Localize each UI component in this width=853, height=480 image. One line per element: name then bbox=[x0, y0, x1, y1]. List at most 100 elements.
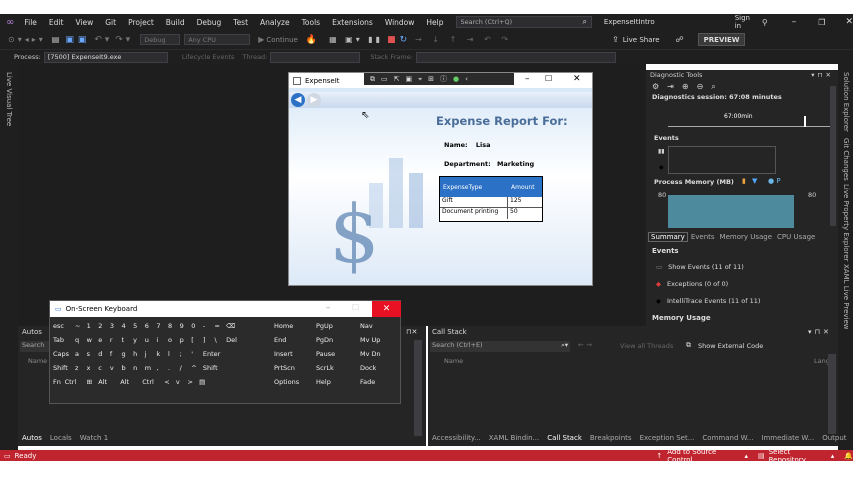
table-row[interactable]: Gift 125 bbox=[440, 197, 542, 208]
search-box[interactable]: Search (Ctrl+Q) ⌕ bbox=[455, 16, 592, 28]
menu-project[interactable]: Project bbox=[122, 18, 160, 27]
osk-key[interactable]: 4 bbox=[122, 322, 126, 330]
reset-zoom-icon[interactable]: ⌕ bbox=[711, 82, 715, 92]
memory-section-title[interactable]: Process Memory (MB) bbox=[654, 178, 734, 186]
osk-key[interactable]: k bbox=[156, 350, 160, 358]
osk-nav-key[interactable]: Pause bbox=[316, 350, 335, 358]
minimize-icon[interactable]: – bbox=[792, 17, 797, 27]
osk-key[interactable]: - bbox=[203, 322, 205, 330]
xaml-tool-icon-8[interactable]: ● bbox=[453, 75, 459, 83]
osk-nav-key[interactable]: Help bbox=[316, 378, 331, 386]
osk-key[interactable]: ; bbox=[180, 350, 182, 358]
xaml-tool-collapse[interactable]: ‹ bbox=[465, 75, 468, 83]
osk-nav-key[interactable]: PrtScn bbox=[274, 364, 295, 372]
tab-xaml-binding[interactable]: XAML Bindin... bbox=[489, 434, 539, 442]
git-changes-tab[interactable]: Git Changes bbox=[842, 138, 850, 181]
osk-maximize-icon[interactable]: ☐ bbox=[352, 303, 359, 312]
menu-test[interactable]: Test bbox=[227, 18, 254, 27]
xaml-tool-icon-4[interactable]: ▣ bbox=[406, 75, 413, 83]
xaml-tool-icon-1[interactable]: ⧉ bbox=[370, 75, 375, 84]
osk-key[interactable]: n bbox=[133, 364, 137, 372]
exceptions-link[interactable]: Exceptions (0 of 0) bbox=[667, 280, 728, 288]
settings-icon[interactable]: ⚙ bbox=[652, 82, 659, 91]
osk-nav-key[interactable]: PgDn bbox=[316, 336, 333, 344]
tab-exception-settings[interactable]: Exception Set... bbox=[640, 434, 695, 442]
tab-accessibility[interactable]: Accessibility... bbox=[432, 434, 481, 442]
new-project-icon[interactable]: ▤ bbox=[52, 35, 60, 44]
hot-reload-icon[interactable]: 🔥 bbox=[306, 35, 317, 45]
osk-key[interactable]: > bbox=[188, 378, 193, 386]
debug-toolbar-icons[interactable]: ▦ ▣▾ ▮▮ bbox=[329, 35, 383, 44]
diag-header-controls[interactable]: ▾⊓✕ bbox=[811, 71, 834, 79]
osk-key[interactable]: z bbox=[75, 364, 78, 372]
restart-icon[interactable]: ↻ bbox=[400, 35, 408, 45]
osk-key[interactable]: = bbox=[215, 322, 220, 330]
osk-nav-key[interactable]: Options bbox=[274, 378, 299, 386]
osk-key[interactable]: e bbox=[98, 336, 102, 344]
osk-nav-key[interactable]: ScrLk bbox=[316, 364, 334, 372]
osk-key[interactable]: w bbox=[87, 336, 92, 344]
osk-key[interactable]: Shift bbox=[53, 364, 68, 372]
osk-key[interactable]: d bbox=[98, 350, 102, 358]
undo-icon[interactable]: ↶ ▾ bbox=[94, 35, 109, 45]
config-dropdown[interactable]: Debug bbox=[140, 34, 181, 45]
osk-key[interactable]: 6 bbox=[145, 322, 149, 330]
osk-nav-key[interactable]: Nav bbox=[360, 322, 373, 330]
select-repository-button[interactable]: Select Repository bbox=[769, 448, 828, 464]
autos-search-box[interactable]: Search bbox=[20, 341, 50, 352]
xaml-tool-icon-6[interactable]: ⊞ bbox=[428, 75, 434, 83]
xaml-tool-icon-2[interactable]: ▭ bbox=[381, 75, 388, 83]
osk-key[interactable]: ⊞ bbox=[87, 378, 92, 386]
xaml-tool-icon-7[interactable]: ⓘ bbox=[440, 74, 447, 84]
show-events-link[interactable]: Show Events (11 of 11) bbox=[668, 263, 744, 271]
redo-icon[interactable]: ↷ ▾ bbox=[115, 35, 130, 45]
close-icon[interactable]: ✕ bbox=[845, 17, 853, 27]
tab-summary[interactable]: Summary bbox=[648, 232, 688, 242]
stop-icon[interactable]: ■ bbox=[387, 35, 396, 45]
menu-window[interactable]: Window bbox=[379, 18, 421, 27]
osk-key[interactable]: . bbox=[168, 364, 170, 372]
osk-key[interactable]: l bbox=[168, 350, 170, 358]
osk-key[interactable]: t bbox=[122, 336, 125, 344]
osk-key[interactable]: o bbox=[168, 336, 172, 344]
solution-explorer-tab[interactable]: Solution Explorer bbox=[842, 72, 850, 132]
tab-output[interactable]: Output bbox=[822, 434, 846, 442]
menu-file[interactable]: File bbox=[18, 18, 43, 27]
account-icon[interactable]: ⚲ bbox=[762, 18, 768, 27]
osk-nav-key[interactable]: End bbox=[274, 336, 286, 344]
view-threads-button[interactable]: View all Threads bbox=[620, 342, 673, 350]
preview-badge[interactable]: PREVIEW bbox=[697, 33, 746, 46]
osk-key[interactable]: j bbox=[145, 350, 147, 358]
osk-key[interactable]: ] bbox=[203, 336, 206, 344]
osk-key[interactable]: < bbox=[164, 378, 169, 386]
restore-icon[interactable]: ❐ bbox=[818, 18, 825, 27]
tab-breakpoints[interactable]: Breakpoints bbox=[590, 434, 632, 442]
events-section-title[interactable]: Events bbox=[654, 134, 679, 142]
menu-build[interactable]: Build bbox=[160, 18, 191, 27]
osk-key[interactable]: c bbox=[98, 364, 102, 372]
osk-nav-key[interactable]: PgUp bbox=[316, 322, 333, 330]
list-item[interactable]: ◆ Exceptions (0 of 0) bbox=[656, 280, 728, 288]
osk-key[interactable]: ⌫ bbox=[226, 322, 235, 330]
osk-key[interactable]: 3 bbox=[110, 322, 114, 330]
menu-analyze[interactable]: Analyze bbox=[254, 18, 296, 27]
osk-key[interactable]: 2 bbox=[98, 322, 102, 330]
osk-nav-key[interactable]: Home bbox=[274, 322, 293, 330]
tab-watch-1[interactable]: Watch 1 bbox=[80, 434, 108, 442]
callstack-col-name[interactable]: Name bbox=[444, 357, 463, 365]
diag-scrollbar[interactable] bbox=[830, 86, 836, 226]
export-icon[interactable]: ⇥ bbox=[667, 82, 674, 91]
app-minimize-icon[interactable]: – bbox=[525, 74, 530, 84]
zoom-in-icon[interactable]: ⊕ bbox=[682, 82, 689, 91]
table-row[interactable]: Document printing 50 bbox=[440, 208, 542, 219]
osk-minimize-icon[interactable]: – bbox=[326, 303, 331, 313]
feedback-icon[interactable]: ☍ bbox=[676, 35, 684, 44]
osk-key[interactable]: ^ bbox=[191, 364, 196, 372]
app-close-icon[interactable]: ✕ bbox=[573, 74, 581, 84]
autos-scrollbar[interactable] bbox=[414, 340, 422, 436]
list-item[interactable]: ▭ Show Events (11 of 11) bbox=[656, 263, 744, 271]
autos-header-controls[interactable]: ⊓✕ bbox=[406, 328, 417, 336]
stack-frame-dropdown[interactable] bbox=[415, 51, 616, 63]
osk-key[interactable]: Ctrl bbox=[65, 378, 77, 386]
osk-nav-key[interactable]: Fade bbox=[360, 378, 375, 386]
